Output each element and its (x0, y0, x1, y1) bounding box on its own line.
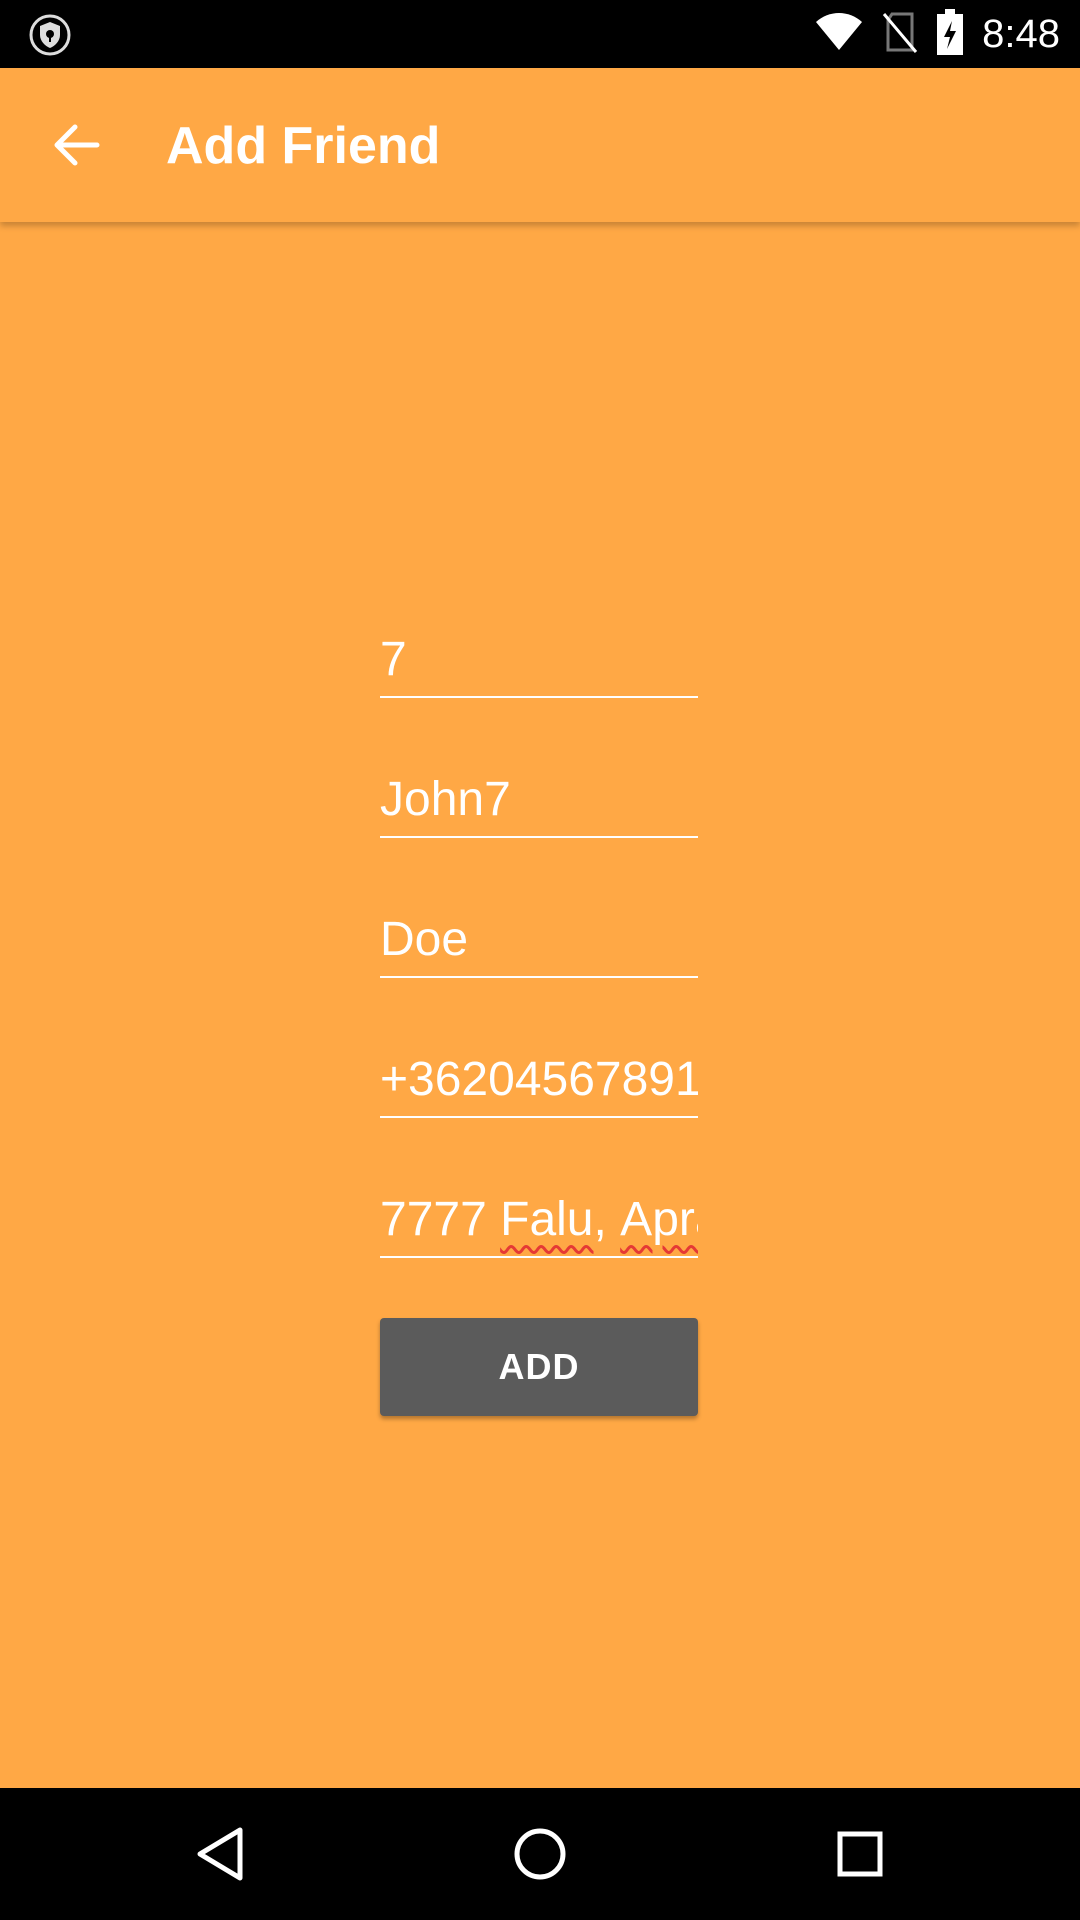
address-part: 7777 (380, 1193, 501, 1246)
arrow-back-icon (54, 124, 100, 166)
home-circle-icon (514, 1828, 566, 1880)
address-part: , (593, 1193, 621, 1246)
address-field[interactable]: 7777 Falu, Apra (380, 1188, 698, 1258)
nav-home-button[interactable] (500, 1814, 580, 1894)
battery-charging-icon (936, 8, 964, 60)
address-misspelled-word: Apra (620, 1193, 698, 1246)
back-triangle-icon (197, 1827, 243, 1881)
navigation-bar (0, 1788, 1080, 1920)
recents-square-icon (837, 1831, 883, 1877)
status-time: 8:48 (982, 11, 1060, 56)
first-name-field-value: John7 (380, 773, 511, 826)
id-field[interactable]: 7 (380, 628, 698, 698)
address-misspelled-word: Falu (500, 1193, 594, 1246)
no-sim-icon (882, 10, 918, 59)
status-icons: 8:48 (814, 0, 1060, 68)
wifi-icon (814, 12, 864, 57)
add-friend-screen: 8:48 Add Friend 7 John7 Doe +36204567891… (0, 0, 1080, 1920)
nav-back-button[interactable] (180, 1814, 260, 1894)
phone-field[interactable]: +36204567891 (380, 1048, 698, 1118)
shield-icon (28, 13, 72, 57)
add-button[interactable]: ADD (380, 1318, 698, 1416)
page-title: Add Friend (166, 117, 441, 175)
first-name-field[interactable]: John7 (380, 768, 698, 838)
phone-field-value: +36204567891 (380, 1053, 698, 1106)
status-bar: 8:48 (0, 0, 1080, 68)
app-bar: Add Friend (0, 68, 1080, 222)
id-field-value: 7 (380, 633, 407, 686)
last-name-field[interactable]: Doe (380, 908, 698, 978)
back-button[interactable] (40, 115, 114, 175)
last-name-field-value: Doe (380, 913, 469, 966)
nav-recents-button[interactable] (820, 1814, 900, 1894)
